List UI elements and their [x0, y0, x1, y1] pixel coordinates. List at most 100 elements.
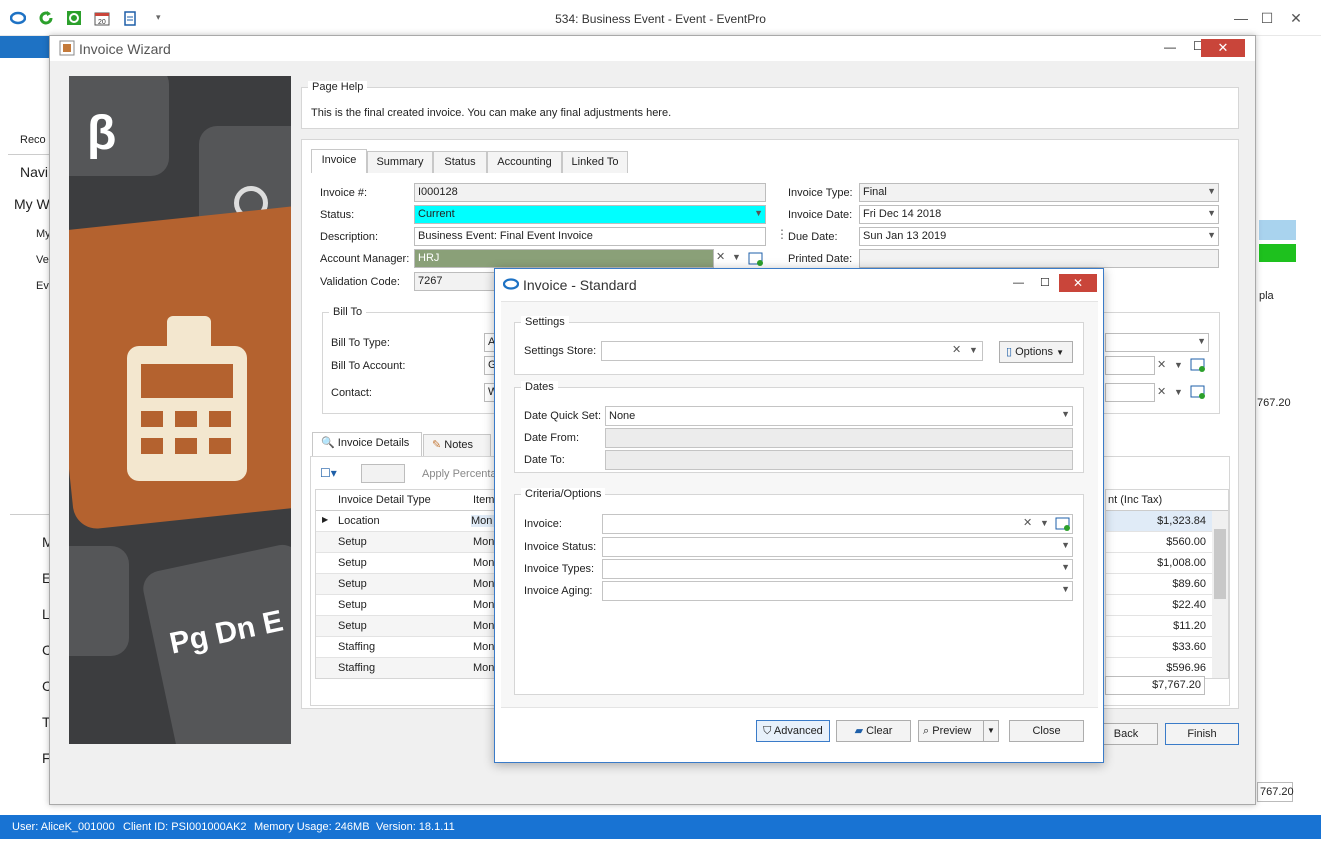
scrollbar[interactable] [1212, 511, 1228, 678]
invoice-criteria-field[interactable] [602, 514, 1073, 534]
table-row[interactable]: Setup Mon [316, 616, 494, 637]
status-dropdown[interactable]: Current ▼ [414, 205, 766, 224]
options-button[interactable]: ▯ Options ▼ [999, 341, 1073, 363]
main-right-area: pla 767.20 767.20 [1255, 58, 1321, 818]
validation-code-field[interactable]: 7267 [414, 272, 496, 291]
table-row[interactable]: Setup Mon [316, 532, 494, 553]
invoice-type-dropdown[interactable]: Final ▼ [859, 183, 1219, 202]
chevron-down-icon[interactable]: ▼ [1197, 336, 1206, 346]
lookup-icon[interactable] [1190, 357, 1206, 373]
close-button[interactable]: Close [1009, 720, 1084, 742]
chevron-down-icon[interactable]: ▼ [732, 252, 741, 262]
lookup-icon[interactable] [1190, 384, 1206, 400]
settings-store-dropdown[interactable] [601, 341, 983, 361]
splitter-icon[interactable]: ⋮ [776, 227, 788, 241]
chevron-down-icon[interactable]: ▼ [1207, 230, 1216, 240]
nav-my-work[interactable]: My W [14, 196, 50, 212]
dialog-minimize-button[interactable]: — [1013, 277, 1024, 289]
printed-date-field[interactable] [859, 249, 1219, 268]
bill-to-type-label: Bill To Type: [331, 337, 390, 349]
invoice-aging-dropdown[interactable]: ▼ [602, 581, 1073, 601]
wizard-title: Invoice Wizard [79, 41, 171, 57]
finish-button[interactable]: Finish [1165, 723, 1239, 745]
wizard-minimize-button[interactable]: — [1164, 40, 1176, 54]
col-header-amount[interactable]: nt (Inc Tax) [1108, 494, 1162, 506]
nav-item-ve[interactable]: Ve [36, 254, 49, 266]
chevron-down-icon[interactable]: ▼ [1040, 518, 1049, 528]
wizard-close-button[interactable]: ✕ [1201, 39, 1245, 57]
tab-notes[interactable]: ✎ Notes [423, 434, 491, 456]
date-to-field[interactable] [605, 450, 1073, 470]
percentage-spin[interactable] [361, 464, 405, 483]
date-from-field[interactable] [605, 428, 1073, 448]
table-row[interactable]: ▶ Location Mon [316, 511, 494, 532]
description-field[interactable]: Business Event: Final Event Invoice [414, 227, 766, 246]
clear-icon[interactable]: ✕ [952, 343, 961, 356]
tab-accounting[interactable]: Accounting [487, 151, 562, 173]
maximize-button[interactable]: ☐ [1252, 6, 1282, 30]
new-row-icon[interactable]: ☐▾ [320, 466, 337, 480]
apply-percentage-button[interactable]: Apply Percenta [422, 468, 497, 480]
chevron-down-icon[interactable]: ▼ [754, 208, 763, 218]
invoice-date-field[interactable]: Fri Dec 14 2018 ▼ [859, 205, 1219, 224]
account-manager-field[interactable]: HRJ [414, 249, 714, 268]
chevron-down-icon[interactable]: ▼ [1061, 584, 1070, 594]
nav-item-ev[interactable]: Ev [36, 280, 49, 292]
filter-icon: ⛉ [763, 725, 772, 737]
tab-invoice-details[interactable]: 🔍 Invoice Details [312, 432, 422, 456]
main-window-title: 534: Business Event - Event - EventPro [555, 12, 766, 26]
preview-icon: ⌕ [923, 725, 930, 737]
due-date-field[interactable]: Sun Jan 13 2019 ▼ [859, 227, 1219, 246]
col-header-type[interactable]: Invoice Detail Type [338, 494, 431, 506]
tab-status[interactable]: Status [433, 151, 487, 173]
chevron-down-icon[interactable]: ▼ [1061, 540, 1070, 550]
contact-input[interactable] [1105, 383, 1155, 402]
invoice-types-dropdown[interactable]: ▼ [602, 559, 1073, 579]
dialog-maximize-button[interactable]: ☐ [1040, 276, 1050, 289]
clear-button[interactable]: ▰ Clear [836, 720, 911, 742]
clear-icon[interactable]: ✕ [1157, 385, 1166, 398]
clear-icon[interactable]: ✕ [1023, 516, 1032, 529]
bill-to-account-input[interactable] [1105, 356, 1155, 375]
close-button[interactable]: ✕ [1281, 6, 1311, 30]
bill-to-type-dropdown[interactable]: ▼ [1105, 333, 1209, 352]
clear-icon[interactable]: ✕ [1157, 358, 1166, 371]
chevron-down-icon[interactable]: ▼ [1207, 186, 1216, 196]
chevron-down-icon[interactable]: ▼ [969, 345, 978, 355]
amount-cell: $22.40 [1172, 599, 1206, 611]
chevron-down-icon[interactable]: ▼ [1174, 360, 1183, 370]
table-row[interactable]: Setup Mon [316, 574, 494, 595]
chevron-down-icon[interactable]: ▼ [1207, 208, 1216, 218]
dialog-close-x-button[interactable]: ✕ [1059, 274, 1097, 292]
description-label: Description: [320, 231, 379, 243]
chevron-down-icon[interactable]: ▼ [1061, 562, 1070, 572]
chevron-down-icon[interactable]: ▼ [1174, 387, 1183, 397]
invoice-no-field[interactable]: I000128 [414, 183, 766, 202]
highlighted-cell [1259, 220, 1296, 240]
tab-linked-to[interactable]: Linked To [562, 151, 628, 173]
table-row[interactable]: Setup Mon [316, 595, 494, 616]
col-header-item[interactable]: Item [473, 494, 494, 506]
lookup-icon[interactable] [1055, 516, 1071, 532]
date-quick-set-label: Date Quick Set: [524, 410, 602, 422]
settings-title: Settings [521, 316, 569, 328]
table-row[interactable]: Staffing Mon [316, 637, 494, 658]
preview-button[interactable]: ⌕ Preview ▼ [918, 720, 999, 742]
green-status-bar [1259, 244, 1296, 262]
table-row[interactable]: Staffing Mon [316, 658, 494, 678]
advanced-button[interactable]: ⛉ Advanced [756, 720, 830, 742]
table-row[interactable]: Setup Mon [316, 553, 494, 574]
page-icon: ▯ [1006, 346, 1013, 358]
tab-summary[interactable]: Summary [367, 151, 433, 173]
lookup-icon[interactable] [748, 251, 764, 267]
invoice-status-dropdown[interactable]: ▼ [602, 537, 1073, 557]
clear-icon[interactable]: ✕ [716, 250, 725, 263]
scrollbar-thumb[interactable] [1214, 529, 1226, 599]
date-quick-set-dropdown[interactable]: None ▼ [605, 406, 1073, 426]
chevron-down-icon[interactable]: ▼ [983, 721, 998, 741]
status-memory: Memory Usage: 246MB [254, 821, 370, 833]
amount-column: nt (Inc Tax) $1,323.84 $560.00 $1,008.00… [1105, 489, 1229, 679]
chevron-down-icon[interactable]: ▼ [1061, 409, 1070, 419]
tab-invoice[interactable]: Invoice [311, 149, 367, 173]
bill-to-title: Bill To [329, 306, 367, 318]
